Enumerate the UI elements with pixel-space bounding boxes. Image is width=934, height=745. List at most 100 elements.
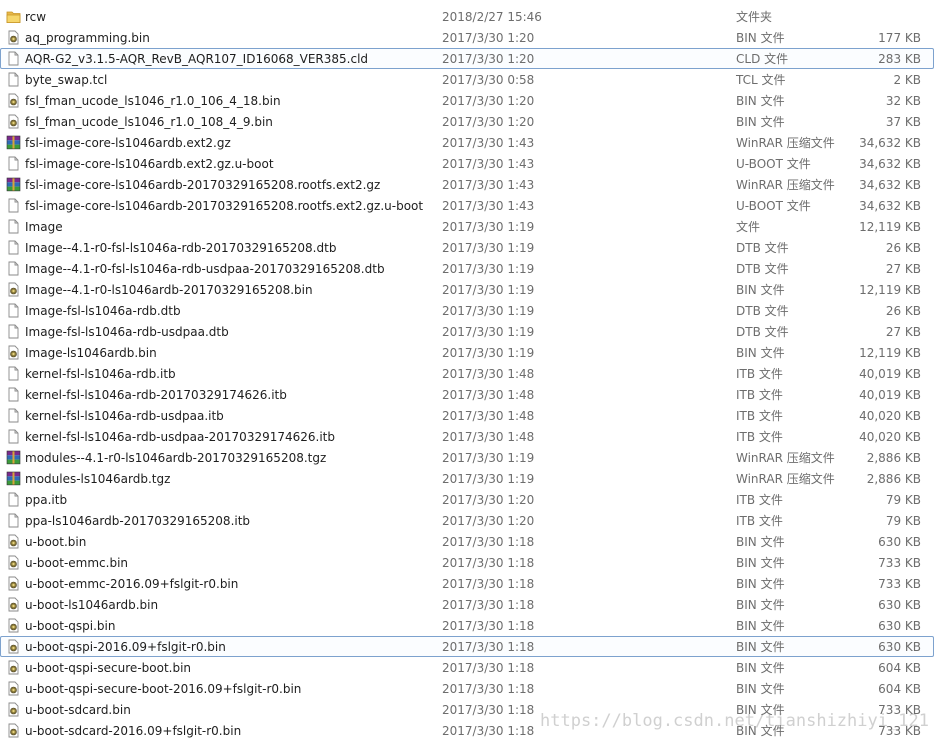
file-row[interactable]: ppa-ls1046ardb-20170329165208.itb 2017/3/… bbox=[0, 510, 934, 531]
file-name: kernel-fsl-ls1046a-rdb-20170329174626.it… bbox=[25, 388, 287, 402]
file-name: Image--4.1-r0-fsl-ls1046a-rdb-2017032916… bbox=[25, 241, 337, 255]
file-size: 604 KB bbox=[878, 682, 921, 696]
file-type: BIN 文件 bbox=[736, 724, 785, 738]
file-type: U-BOOT 文件 bbox=[736, 157, 811, 171]
winrar-archive-icon bbox=[6, 450, 21, 465]
file-size: 26 KB bbox=[885, 241, 921, 255]
file-row[interactable]: ppa.itb 2017/3/30 1:20 ITB 文件 79 KB bbox=[0, 489, 934, 510]
bin-file-icon bbox=[6, 723, 21, 738]
file-size: 27 KB bbox=[885, 325, 921, 339]
bin-file-icon bbox=[6, 576, 21, 591]
blank-file-icon bbox=[6, 387, 21, 402]
file-type: BIN 文件 bbox=[736, 115, 785, 129]
file-name: u-boot-qspi.bin bbox=[25, 619, 116, 633]
file-row[interactable]: u-boot-emmc-2016.09+fslgit-r0.bin 2017/3/… bbox=[0, 573, 934, 594]
file-type: BIN 文件 bbox=[736, 577, 785, 591]
bin-file-icon bbox=[6, 345, 21, 360]
file-name: fsl-image-core-ls1046ardb-20170329165208… bbox=[25, 199, 424, 213]
file-size: 630 KB bbox=[878, 535, 921, 549]
file-size: 12,119 KB bbox=[859, 346, 921, 360]
file-type: BIN 文件 bbox=[736, 703, 785, 717]
file-row[interactable]: Image-fsl-ls1046a-rdb.dtb 2017/3/30 1:19 D… bbox=[0, 300, 934, 321]
file-row[interactable]: fsl_fman_ucode_ls1046_r1.0_106_4_18.bin 2… bbox=[0, 90, 934, 111]
blank-file-icon bbox=[6, 219, 21, 234]
file-name: kernel-fsl-ls1046a-rdb-usdpaa-2017032917… bbox=[25, 430, 336, 444]
bin-file-icon bbox=[6, 597, 21, 612]
file-row[interactable]: byte_swap.tcl 2017/3/30 0:58 TCL 文件 2 KB bbox=[0, 69, 934, 90]
winrar-archive-icon bbox=[6, 471, 21, 486]
file-date: 2017/3/30 0:58 bbox=[442, 73, 535, 87]
file-row[interactable]: u-boot-qspi-2016.09+fslgit-r0.bin 2017/3/… bbox=[0, 636, 934, 657]
file-row[interactable]: AQR-G2_v3.1.5-AQR_RevB_AQR107_ID16068_VE… bbox=[0, 48, 934, 69]
file-row[interactable]: fsl-image-core-ls1046ardb.ext2.gz.u-boot… bbox=[0, 153, 934, 174]
file-date: 2017/3/30 1:19 bbox=[442, 325, 535, 339]
file-row[interactable]: rcw 2018/2/27 15:46 文件夹 bbox=[0, 6, 934, 27]
file-size: 733 KB bbox=[878, 724, 921, 738]
file-size: 283 KB bbox=[878, 52, 921, 66]
file-name: u-boot-sdcard-2016.09+fslgit-r0.bin bbox=[25, 724, 242, 738]
blank-file-icon bbox=[6, 492, 21, 507]
file-type: CLD 文件 bbox=[736, 52, 789, 66]
file-size: 177 KB bbox=[878, 31, 921, 45]
file-size: 2,886 KB bbox=[866, 472, 921, 486]
file-date: 2017/3/30 1:19 bbox=[442, 262, 535, 276]
file-type: ITB 文件 bbox=[736, 367, 783, 381]
file-name: ppa.itb bbox=[25, 493, 68, 507]
file-row[interactable]: u-boot-qspi.bin 2017/3/30 1:18 BIN 文件 630 K… bbox=[0, 615, 934, 636]
file-name: u-boot-sdcard.bin bbox=[25, 703, 131, 717]
file-row[interactable]: Image-fsl-ls1046a-rdb-usdpaa.dtb 2017/3/3… bbox=[0, 321, 934, 342]
file-row[interactable]: fsl_fman_ucode_ls1046_r1.0_108_4_9.bin 20… bbox=[0, 111, 934, 132]
file-size: 733 KB bbox=[878, 577, 921, 591]
file-row[interactable]: Image--4.1-r0-fsl-ls1046a-rdb-2017032916… bbox=[0, 237, 934, 258]
file-row[interactable]: u-boot-sdcard-2016.09+fslgit-r0.bin 2017/… bbox=[0, 720, 934, 741]
file-date: 2017/3/30 1:18 bbox=[442, 682, 535, 696]
file-name: fsl-image-core-ls1046ardb-20170329165208… bbox=[25, 178, 381, 192]
file-row[interactable]: fsl-image-core-ls1046ardb.ext2.gz 2017/3/… bbox=[0, 132, 934, 153]
file-name: Image-fsl-ls1046a-rdb-usdpaa.dtb bbox=[25, 325, 229, 339]
blank-file-icon bbox=[6, 408, 21, 423]
file-row[interactable]: u-boot-sdcard.bin 2017/3/30 1:18 BIN 文件 733… bbox=[0, 699, 934, 720]
file-type: BIN 文件 bbox=[736, 682, 785, 696]
file-row[interactable]: Image-ls1046ardb.bin 2017/3/30 1:19 BIN 文件… bbox=[0, 342, 934, 363]
file-row[interactable]: kernel-fsl-ls1046a-rdb-20170329174626.it… bbox=[0, 384, 934, 405]
file-row[interactable]: kernel-fsl-ls1046a-rdb-usdpaa.itb 2017/3/… bbox=[0, 405, 934, 426]
file-row[interactable]: u-boot-qspi-secure-boot-2016.09+fslgit-r… bbox=[0, 678, 934, 699]
file-row[interactable]: u-boot-qspi-secure-boot.bin 2017/3/30 1:1… bbox=[0, 657, 934, 678]
file-row[interactable]: fsl-image-core-ls1046ardb-20170329165208… bbox=[0, 195, 934, 216]
file-row[interactable]: modules-ls1046ardb.tgz 2017/3/30 1:19 WinR… bbox=[0, 468, 934, 489]
file-name: kernel-fsl-ls1046a-rdb.itb bbox=[25, 367, 176, 381]
file-type: BIN 文件 bbox=[736, 598, 785, 612]
file-row[interactable]: u-boot.bin 2017/3/30 1:18 BIN 文件 630 KB bbox=[0, 531, 934, 552]
file-size: 2,886 KB bbox=[866, 451, 921, 465]
file-row[interactable]: kernel-fsl-ls1046a-rdb.itb 2017/3/30 1:48… bbox=[0, 363, 934, 384]
file-row[interactable]: u-boot-ls1046ardb.bin 2017/3/30 1:18 BIN 文… bbox=[0, 594, 934, 615]
file-name: u-boot-qspi-2016.09+fslgit-r0.bin bbox=[25, 640, 226, 654]
file-name: u-boot.bin bbox=[25, 535, 87, 549]
bin-file-icon bbox=[6, 660, 21, 675]
file-name: AQR-G2_v3.1.5-AQR_RevB_AQR107_ID16068_VE… bbox=[25, 52, 369, 66]
file-date: 2017/3/30 1:18 bbox=[442, 640, 535, 654]
file-row[interactable]: Image--4.1-r0-ls1046ardb-20170329165208.… bbox=[0, 279, 934, 300]
file-row[interactable]: Image 2017/3/30 1:19 文件 12,119 KB bbox=[0, 216, 934, 237]
file-date: 2017/3/30 1:20 bbox=[442, 493, 535, 507]
file-type: TCL 文件 bbox=[736, 73, 786, 87]
file-size: 40,019 KB bbox=[859, 388, 921, 402]
file-date: 2017/3/30 1:43 bbox=[442, 199, 535, 213]
file-row[interactable]: aq_programming.bin 2017/3/30 1:20 BIN 文件 17… bbox=[0, 27, 934, 48]
file-name: modules--4.1-r0-ls1046ardb-2017032916520… bbox=[25, 451, 327, 465]
blank-file-icon bbox=[6, 366, 21, 381]
file-row[interactable]: modules--4.1-r0-ls1046ardb-2017032916520… bbox=[0, 447, 934, 468]
file-size: 37 KB bbox=[885, 115, 921, 129]
file-name: Image-fsl-ls1046a-rdb.dtb bbox=[25, 304, 181, 318]
file-type: BIN 文件 bbox=[736, 640, 785, 654]
file-row[interactable]: kernel-fsl-ls1046a-rdb-usdpaa-2017032917… bbox=[0, 426, 934, 447]
file-type: WinRAR 压缩文件 bbox=[736, 178, 835, 192]
file-row[interactable]: u-boot-emmc.bin 2017/3/30 1:18 BIN 文件 733 K… bbox=[0, 552, 934, 573]
bin-file-icon bbox=[6, 639, 21, 654]
file-name: u-boot-ls1046ardb.bin bbox=[25, 598, 159, 612]
file-row[interactable]: Image--4.1-r0-fsl-ls1046a-rdb-usdpaa-201… bbox=[0, 258, 934, 279]
file-size: 733 KB bbox=[878, 556, 921, 570]
file-name: fsl-image-core-ls1046ardb.ext2.gz bbox=[25, 136, 231, 150]
file-date: 2017/3/30 1:18 bbox=[442, 577, 535, 591]
file-row[interactable]: fsl-image-core-ls1046ardb-20170329165208… bbox=[0, 174, 934, 195]
